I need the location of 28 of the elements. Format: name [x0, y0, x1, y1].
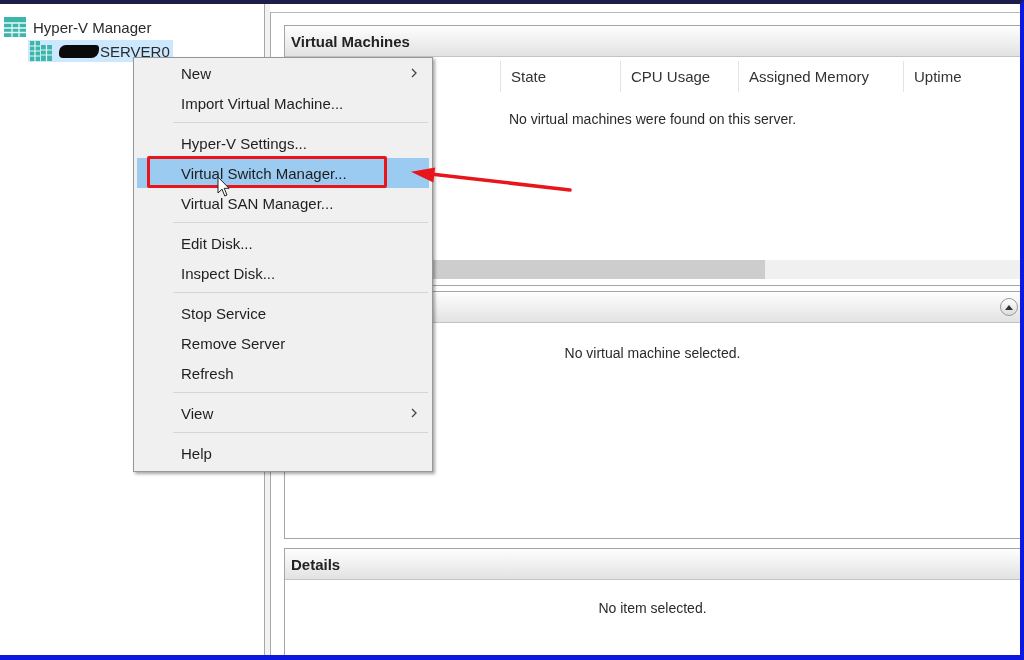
panel-header: Virtual Machines [285, 26, 1020, 57]
menu-item[interactable]: View [137, 398, 429, 428]
empty-state-text: No item selected. [597, 599, 708, 617]
column-header[interactable]: State [500, 61, 620, 92]
server-table-icon [4, 17, 26, 37]
menu-item[interactable]: Import Virtual Machine... [137, 88, 429, 118]
empty-state-text: No virtual machine selected. [563, 344, 742, 362]
tree-item[interactable]: Hyper-V Manager [2, 16, 155, 38]
menu-item[interactable]: Inspect Disk... [137, 258, 429, 288]
column-header[interactable]: Uptime [903, 61, 1020, 92]
column-header[interactable]: Assigned Memory [738, 61, 903, 92]
tree-item[interactable]: SERVER0 [28, 40, 173, 62]
menu-item[interactable]: Edit Disk... [137, 228, 429, 258]
menu-item[interactable]: Virtual SAN Manager... [137, 188, 429, 218]
menu-item[interactable]: Help [137, 438, 429, 468]
menu-item[interactable]: Stop Service [137, 298, 429, 328]
chevron-right-icon [411, 68, 417, 78]
empty-state-text: No virtual machines were found on this server. [507, 110, 798, 128]
redaction-icon [59, 44, 99, 58]
menu-item[interactable]: Refresh [137, 358, 429, 388]
caret-up-icon [1005, 304, 1013, 310]
collapse-button[interactable] [1000, 298, 1018, 316]
menu-item[interactable]: Hyper-V Settings... [137, 128, 429, 158]
panel-header: Details [285, 549, 1020, 580]
server-icon [30, 41, 52, 61]
column-header[interactable]: CPU Usage [620, 61, 738, 92]
chevron-right-icon [411, 408, 417, 418]
menu-item[interactable]: Remove Server [137, 328, 429, 358]
